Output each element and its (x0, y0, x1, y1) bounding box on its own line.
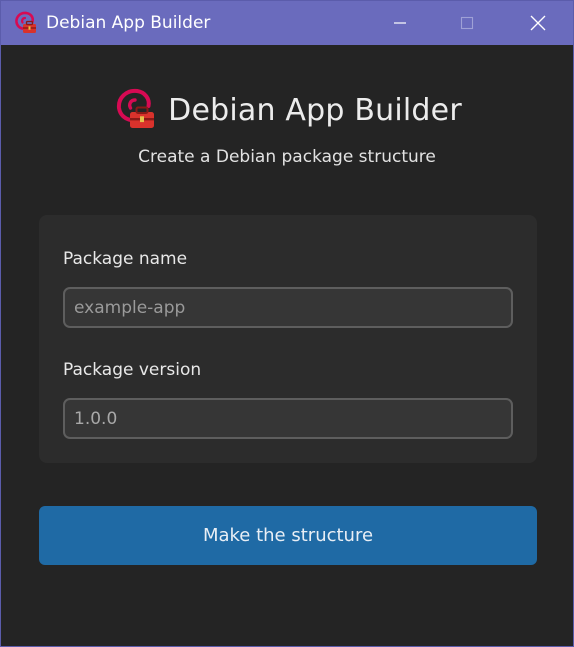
app-window: Debian App Builder Debian App Builder Cr… (0, 0, 574, 647)
package-version-input[interactable] (63, 398, 513, 439)
page-subtitle: Create a Debian package structure (138, 147, 436, 167)
package-form: Package name Package version (39, 215, 537, 463)
page-title: Debian App Builder (168, 92, 462, 128)
title-bar[interactable]: Debian App Builder (1, 1, 573, 45)
close-icon (530, 15, 546, 31)
main-content: Debian App Builder Create a Debian packa… (1, 45, 573, 646)
debian-toolbox-icon (117, 88, 155, 128)
make-structure-button[interactable]: Make the structure (39, 506, 537, 565)
minimize-icon (394, 22, 406, 24)
package-version-label: Package version (63, 360, 202, 380)
debian-toolbox-icon (15, 11, 36, 33)
minimize-button[interactable] (365, 1, 435, 45)
window-title: Debian App Builder (46, 13, 211, 33)
maximize-button[interactable] (432, 1, 502, 45)
package-name-input[interactable] (63, 287, 513, 328)
close-button[interactable] (503, 1, 573, 45)
maximize-icon (460, 16, 474, 30)
app-header: Debian App Builder (1, 87, 573, 133)
package-name-label: Package name (63, 249, 188, 269)
